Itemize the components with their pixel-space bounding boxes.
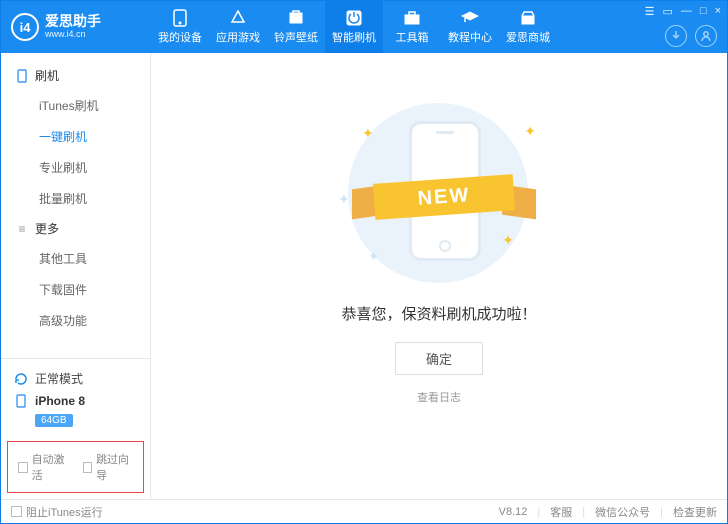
sidebar-item-advanced[interactable]: 高级功能 xyxy=(1,305,150,336)
flash-options-highlight: 自动激活 跳过向导 xyxy=(7,441,144,493)
nav-label: 教程中心 xyxy=(448,29,492,45)
view-log-link[interactable]: 查看日志 xyxy=(417,389,461,405)
sparkle-icon: ✦ xyxy=(502,232,514,249)
nav-label: 应用游戏 xyxy=(216,29,260,45)
sidebar-group-more: ≡ 更多 xyxy=(1,214,150,243)
checkbox-label: 自动激活 xyxy=(32,451,69,483)
close-icon[interactable]: × xyxy=(715,5,721,18)
checkbox-icon xyxy=(11,506,22,517)
success-illustration: NEW ✦ ✦ ✦ ✦ ✦ xyxy=(324,103,554,283)
divider: | xyxy=(660,506,663,518)
top-nav: 我的设备 应用游戏 铃声壁纸 智能刷机 工具箱 教程中心 xyxy=(151,1,557,53)
auto-activate-checkbox[interactable]: 自动激活 xyxy=(18,451,69,483)
sparkle-icon: ✦ xyxy=(362,125,374,142)
block-itunes-checkbox[interactable]: 阻止iTunes运行 xyxy=(11,504,103,520)
minimize-icon[interactable]: — xyxy=(681,5,692,18)
checkbox-icon xyxy=(18,462,28,473)
sidebar-device-panel: 正常模式 iPhone 8 64GB xyxy=(1,358,150,435)
sidebar-group-flash: 刷机 xyxy=(1,61,150,90)
skin-icon[interactable]: ▭ xyxy=(663,5,673,18)
logo-icon: i4 xyxy=(11,13,39,41)
skip-guide-checkbox[interactable]: 跳过向导 xyxy=(83,451,134,483)
version-label: V8.12 xyxy=(499,506,528,518)
ok-button[interactable]: 确定 xyxy=(395,342,483,375)
footer-link-wechat[interactable]: 微信公众号 xyxy=(595,504,650,520)
checkbox-label: 阻止iTunes运行 xyxy=(26,504,103,520)
success-message: 恭喜您，保资料刷机成功啦！ xyxy=(341,303,536,324)
sidebar-item-download-firmware[interactable]: 下载固件 xyxy=(1,274,150,305)
nav-label: 智能刷机 xyxy=(332,29,376,45)
phone-icon xyxy=(13,393,29,409)
sparkle-icon: ✦ xyxy=(524,123,536,140)
logo-block: i4 爱思助手 www.i4.cn xyxy=(1,13,151,41)
tutorial-icon xyxy=(461,9,479,27)
divider: | xyxy=(537,506,540,518)
sidebar: 刷机 iTunes刷机 一键刷机 专业刷机 批量刷机 ≡ 更多 其他工具 下载固… xyxy=(1,53,151,499)
apps-icon xyxy=(229,9,247,27)
nav-label: 爱思商城 xyxy=(506,29,550,45)
maximize-icon[interactable]: □ xyxy=(700,5,707,18)
flash-icon xyxy=(345,9,363,27)
toolbox-icon xyxy=(403,9,421,27)
checkbox-icon xyxy=(83,462,93,473)
storage-badge: 64GB xyxy=(35,414,73,427)
checkbox-label: 跳过向导 xyxy=(96,451,133,483)
nav-toolbox[interactable]: 工具箱 xyxy=(383,1,441,53)
store-icon xyxy=(519,9,537,27)
brand-subtitle: www.i4.cn xyxy=(45,30,101,40)
nav-my-device[interactable]: 我的设备 xyxy=(151,1,209,53)
nav-label: 铃声壁纸 xyxy=(274,29,318,45)
user-button[interactable] xyxy=(695,25,717,47)
ribbon-text: NEW xyxy=(373,174,515,220)
sidebar-item-batch-flash[interactable]: 批量刷机 xyxy=(1,183,150,214)
main-content: NEW ✦ ✦ ✦ ✦ ✦ 恭喜您，保资料刷机成功啦！ 确定 查看日志 xyxy=(151,53,727,499)
more-icon: ≡ xyxy=(15,222,29,236)
header: i4 爱思助手 www.i4.cn 我的设备 应用游戏 铃声壁纸 智能刷机 xyxy=(1,1,727,53)
nav-label: 我的设备 xyxy=(158,29,202,45)
nav-ringtone[interactable]: 铃声壁纸 xyxy=(267,1,325,53)
phone-icon xyxy=(15,69,29,83)
menu-icon[interactable]: ☰ xyxy=(645,5,655,18)
download-button[interactable] xyxy=(665,25,687,47)
brand-title: 爱思助手 xyxy=(45,14,101,29)
footer-link-update[interactable]: 检查更新 xyxy=(673,504,717,520)
sidebar-item-pro-flash[interactable]: 专业刷机 xyxy=(1,152,150,183)
nav-tutorial[interactable]: 教程中心 xyxy=(441,1,499,53)
nav-flash[interactable]: 智能刷机 xyxy=(325,1,383,53)
header-right-buttons xyxy=(665,25,717,47)
device-name: iPhone 8 xyxy=(35,394,85,408)
ringtone-icon xyxy=(287,9,305,27)
device-name-row[interactable]: iPhone 8 xyxy=(11,390,140,412)
footer-link-support[interactable]: 客服 xyxy=(550,504,572,520)
sidebar-group-title: 更多 xyxy=(35,220,59,237)
footer: 阻止iTunes运行 V8.12 | 客服 | 微信公众号 | 检查更新 xyxy=(1,499,727,523)
device-icon xyxy=(171,9,189,27)
new-ribbon-icon: NEW xyxy=(344,173,544,221)
sparkle-icon: ✦ xyxy=(368,248,380,265)
sidebar-group-title: 刷机 xyxy=(35,67,59,84)
mode-label: 正常模式 xyxy=(35,370,83,387)
device-mode[interactable]: 正常模式 xyxy=(11,367,140,390)
nav-store[interactable]: 爱思商城 xyxy=(499,1,557,53)
window-controls: ☰ ▭ — □ × xyxy=(645,5,721,18)
sparkle-icon: ✦ xyxy=(338,191,350,208)
sidebar-item-other-tools[interactable]: 其他工具 xyxy=(1,243,150,274)
nav-apps[interactable]: 应用游戏 xyxy=(209,1,267,53)
divider: | xyxy=(582,506,585,518)
sidebar-item-itunes-flash[interactable]: iTunes刷机 xyxy=(1,90,150,121)
nav-label: 工具箱 xyxy=(396,29,429,45)
refresh-icon xyxy=(13,371,29,387)
sidebar-item-oneclick-flash[interactable]: 一键刷机 xyxy=(1,121,150,152)
